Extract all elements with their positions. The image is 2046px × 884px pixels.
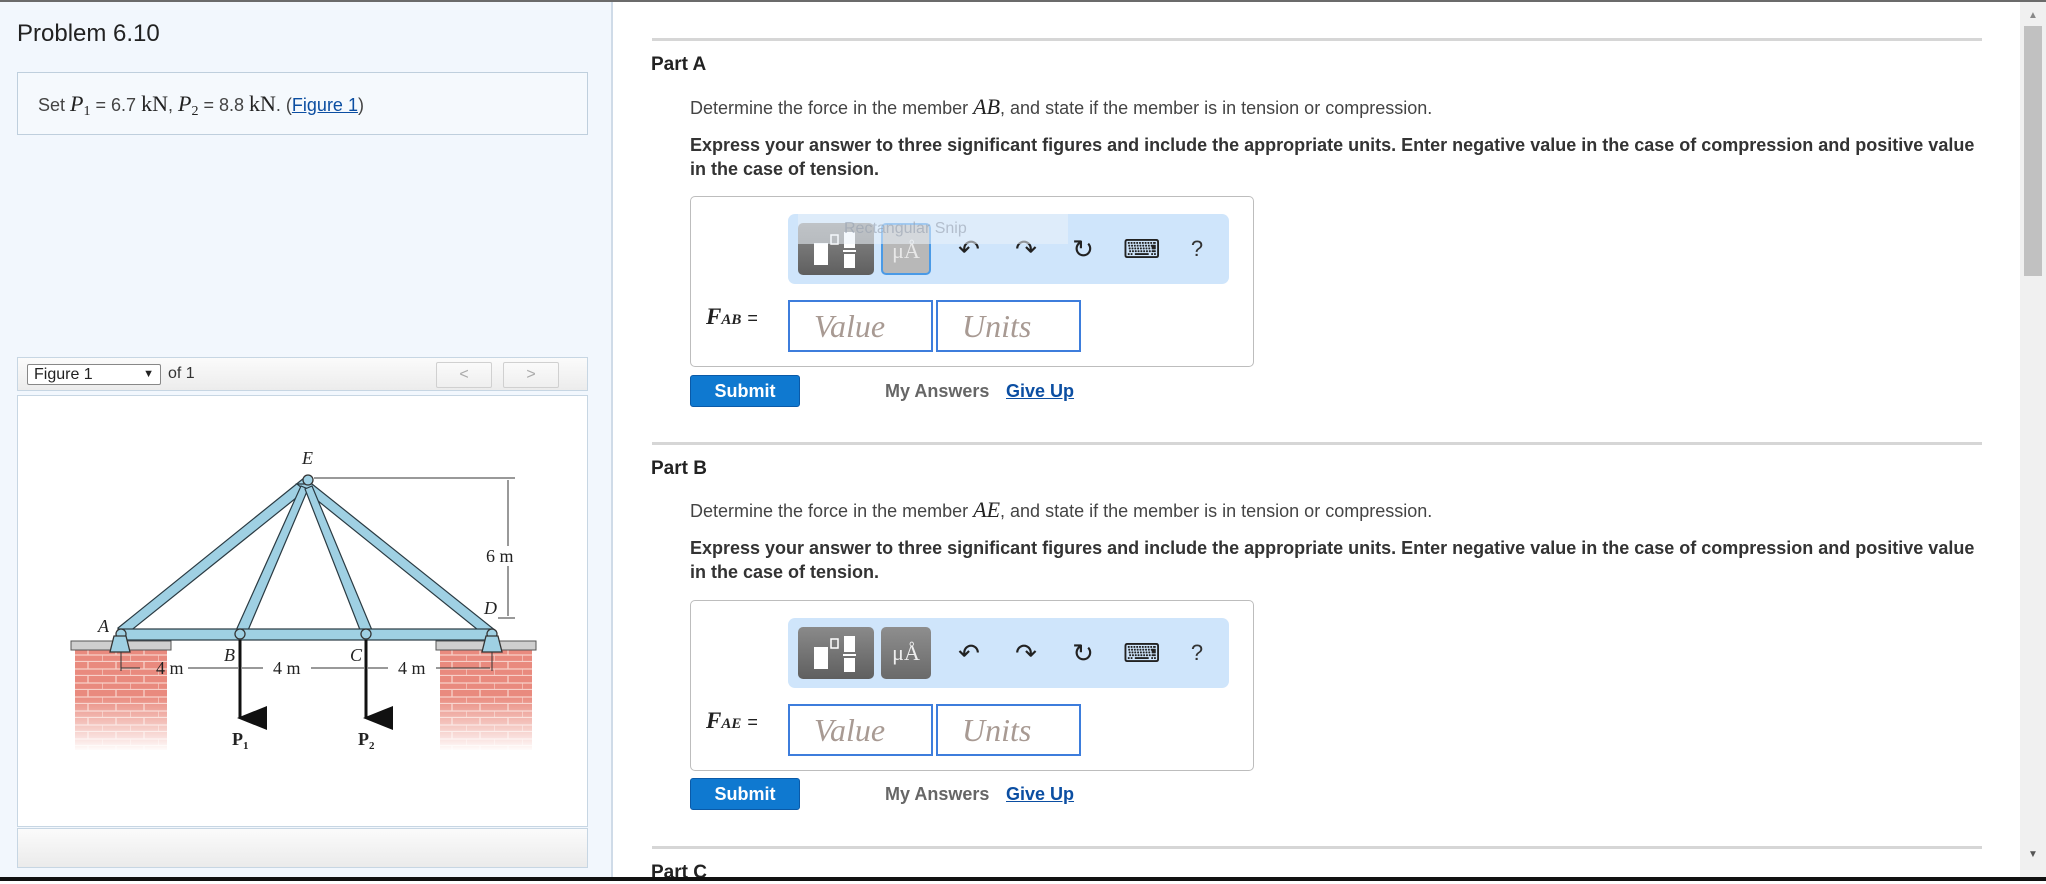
figure-navigation-bar: Figure 1 ▼ of 1 < > (17, 357, 588, 391)
part-a-submit-button[interactable]: Submit (690, 375, 800, 407)
part-b-value-input[interactable] (788, 704, 933, 756)
part-a-divider (652, 38, 1982, 41)
redo-icon[interactable]: ↷ (1009, 636, 1043, 670)
part-b-units-input[interactable] (936, 704, 1081, 756)
part-a-value-input[interactable] (788, 300, 933, 352)
truss-figure: E A B C D 6 m 4 m 4 m 4 m P1 P2 (70, 448, 537, 752)
load-p2-label: P2 (358, 729, 375, 752)
part-b-variable-label: FAE = (706, 708, 758, 733)
part-c-divider (652, 846, 1982, 849)
figure-display: E A B C D 6 m 4 m 4 m 4 m P1 P2 (17, 395, 588, 827)
part-b-heading: Part B (651, 458, 707, 479)
part-b-answer-box: μÅ ↶ ↷ ↻ ⌨ ? FAE = (690, 600, 1254, 771)
part-a-variable-label: FAB = (706, 304, 758, 329)
part-b-question: Determine the force in the member AE, an… (690, 497, 1432, 523)
part-a-question: Determine the force in the member AB, an… (690, 94, 1432, 120)
p2-symbol: P2 (178, 91, 199, 119)
figure-link[interactable]: Figure 1 (292, 95, 358, 115)
reset-icon[interactable]: ↻ (1066, 232, 1100, 266)
dim-height-label: 6 m (486, 546, 514, 566)
help-button[interactable]: ? (1180, 232, 1214, 266)
p1-symbol: P1 (70, 91, 91, 119)
member-ED (295, 483, 497, 639)
reset-icon[interactable]: ↻ (1066, 636, 1100, 670)
part-a-math-toolbar: μÅ ↶ ↷ ↻ ⌨ ? Rectangular Snip (788, 214, 1229, 284)
part-b-math-toolbar: μÅ ↶ ↷ ↻ ⌨ ? (788, 618, 1229, 688)
figure-footer (17, 828, 588, 868)
member-name: AB (973, 94, 1001, 119)
problem-statement-box: Set P1 = 6.7 kN, P2 = 8.8 kN. (Figure 1) (17, 72, 588, 135)
part-b-submit-button[interactable]: Submit (690, 778, 800, 810)
figure-select[interactable]: Figure 1 ▼ (27, 364, 161, 385)
p1-unit: kN (141, 91, 168, 116)
part-a-my-answers: My Answers (885, 381, 990, 401)
dim-span3-label: 4 m (398, 658, 426, 678)
right-pier (435, 640, 537, 752)
truss-members (117, 477, 497, 641)
part-a-instructions: Express your answer to three significant… (690, 135, 1975, 179)
statement-close: ) (357, 95, 364, 115)
member-name: AE (973, 497, 1001, 522)
member-AE (117, 477, 312, 637)
p2-value: = 8.8 (203, 95, 245, 115)
dim-span1-label: 4 m (156, 658, 184, 678)
joint-label-C: C (350, 645, 363, 665)
templates-icon (814, 636, 856, 672)
joint-label-E: E (301, 448, 313, 468)
question-text: Determine the force in the member (690, 98, 969, 118)
problem-panel: Problem 6.10 Set P1 = 6.7 kN, P2 = 8.8 k… (0, 2, 613, 877)
chevron-right-icon: > (526, 366, 536, 383)
truss-joints (109, 474, 503, 653)
height-dimension (314, 477, 515, 619)
p2-unit: kN (249, 91, 276, 116)
previous-figure-button[interactable]: < (436, 362, 492, 388)
part-a-units-input[interactable] (936, 300, 1081, 352)
figure-count: of 1 (168, 365, 195, 382)
scroll-down-arrow-icon[interactable]: ▼ (2020, 849, 2046, 863)
keyboard-icon[interactable]: ⌨ (1123, 636, 1161, 670)
templates-button[interactable] (798, 627, 874, 679)
part-a-heading: Part A (651, 54, 707, 75)
part-b-instructions: Express your answer to three significant… (690, 538, 1975, 582)
units-button[interactable]: μÅ (881, 627, 931, 679)
separator: , (167, 95, 173, 115)
vertical-scrollbar[interactable]: ▲ ▼ (2020, 2, 2046, 877)
dropdown-caret-icon: ▼ (143, 368, 154, 380)
chevron-left-icon: < (459, 366, 469, 383)
next-figure-button[interactable]: > (503, 362, 559, 388)
problem-title: Problem 6.10 (17, 20, 160, 47)
undo-icon[interactable]: ↶ (952, 636, 986, 670)
dim-span2-label: 4 m (273, 658, 301, 678)
taskbar-edge (0, 877, 2046, 881)
question-text-end: , and state if the member is in tension … (1000, 501, 1433, 521)
part-a-answer-box: μÅ ↶ ↷ ↻ ⌨ ? Rectangular Snip FAB = (690, 196, 1254, 367)
part-a-give-up-link[interactable]: Give Up (1006, 381, 1074, 402)
question-text: Determine the force in the member (690, 501, 969, 521)
joint-label-B: B (224, 645, 235, 665)
joint-label-A: A (97, 616, 110, 636)
load-p1-label: P1 (232, 729, 249, 752)
scrollbar-thumb[interactable] (2024, 26, 2042, 276)
rectangular-snip-tooltip: Rectangular Snip (798, 214, 1068, 244)
statement-prefix: Set (38, 95, 66, 115)
joint-label-D: D (483, 598, 497, 618)
problem-statement: Set P1 = 6.7 kN, P2 = 8.8 kN. (Figure 1) (38, 91, 364, 120)
part-b-my-answers: My Answers (885, 784, 990, 804)
statement-dot: . ( (275, 95, 292, 115)
part-b-divider (652, 442, 1982, 445)
part-b-give-up-link[interactable]: Give Up (1006, 784, 1074, 805)
keyboard-icon[interactable]: ⌨ (1123, 232, 1161, 266)
question-text-end: , and state if the member is in tension … (1000, 98, 1433, 118)
member-ABCD (117, 628, 494, 641)
help-button[interactable]: ? (1180, 636, 1214, 670)
scroll-up-arrow-icon[interactable]: ▲ (2020, 10, 2046, 24)
figure-select-value: Figure 1 (34, 366, 93, 383)
p1-value: = 6.7 (95, 95, 137, 115)
